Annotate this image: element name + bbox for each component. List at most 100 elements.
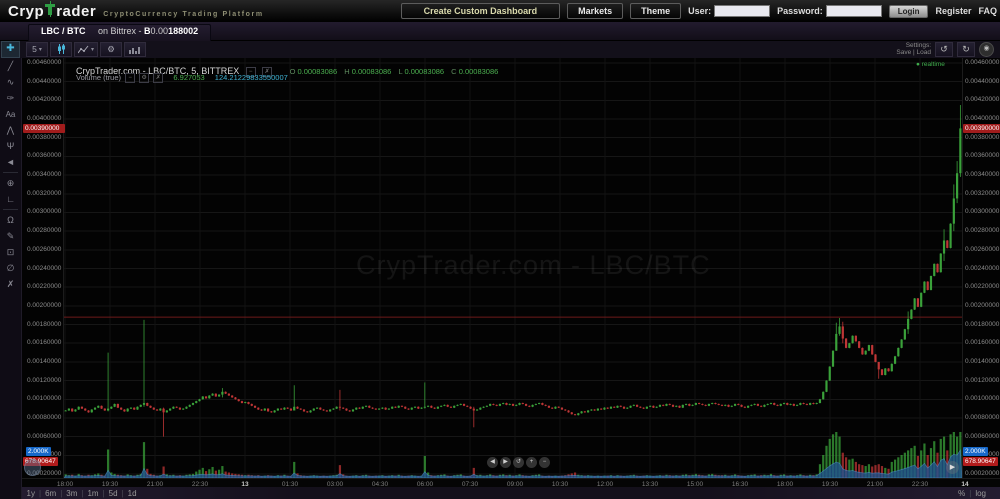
curve-tool[interactable]: ∿ <box>0 74 21 90</box>
chevron-down-icon: ▾ <box>39 46 42 53</box>
price-tick-label: 0.00340000 <box>965 171 999 179</box>
bottom-bar: 3y|1y|6m|3m|1m|5d|1d % | log <box>0 487 1000 499</box>
price-tick-label: 0.00260000 <box>27 246 61 254</box>
price-tick-label: 0.00220000 <box>965 283 999 291</box>
zoom-out-button[interactable]: − <box>539 457 550 468</box>
tools-divider <box>3 172 18 173</box>
interval-dropdown[interactable]: 5 ▾ <box>26 42 48 57</box>
price-tick-label: 0.00340000 <box>27 171 61 179</box>
price-tick-label: 0.00200000 <box>27 302 61 310</box>
user-label: User: <box>688 6 711 16</box>
price-tick-label: 0.00220000 <box>27 283 61 291</box>
magnet-tool[interactable]: Ω <box>0 212 21 228</box>
drawing-tools-sidebar: ╱∿✑Aa⋀Ψ◄ ⊕∟ Ω✎⊡∅✗ <box>0 58 22 499</box>
theme-button[interactable]: Theme <box>630 3 681 19</box>
volume-legend: Volume (true) − ⚙ ✗ 6.927053 124.2122983… <box>76 73 288 83</box>
hide-tool[interactable]: ∅ <box>0 260 21 276</box>
price-tick-label: 0.00140000 <box>965 358 999 366</box>
goto-realtime-button[interactable]: ▶ <box>946 461 959 474</box>
depth-chart-button[interactable] <box>124 42 146 57</box>
pattern-tool[interactable]: ⋀ <box>0 122 21 138</box>
right-axis-divider <box>962 58 963 478</box>
app-header: Cryp rader CryptoCurrency Trading Platfo… <box>0 0 1000 22</box>
price-tick-label: 0.00160000 <box>965 339 999 347</box>
price-tick-label: 0.00140000 <box>27 358 61 366</box>
password-label: Password: <box>777 6 823 16</box>
price-tick-label: 0.00080000 <box>27 414 61 422</box>
candlestick-chart[interactable] <box>64 58 962 478</box>
login-button[interactable]: Login <box>889 5 929 18</box>
market-tab[interactable]: LBC / BTC on Bittrex - B0.00188002 <box>28 24 211 41</box>
create-dashboard-button[interactable]: Create Custom Dashboard <box>401 3 561 19</box>
range-button-1m[interactable]: 1m <box>87 489 98 498</box>
range-separator: | <box>122 489 124 498</box>
chart-type-candles-button[interactable] <box>50 42 72 57</box>
reset-view-button[interactable]: ↺ <box>513 457 524 468</box>
volume-scale-tag-left: 2.000K <box>26 447 51 456</box>
open-label: O <box>290 67 296 76</box>
line-chart-icon <box>78 45 89 54</box>
range-button-1d[interactable]: 1d <box>128 489 137 498</box>
volume-settings-icon[interactable]: ⚙ <box>139 73 149 83</box>
chart-area: CrypTrader.com - LBC/BTC, 5, BITTREX − ✗… <box>0 58 1000 499</box>
price-tick-label: 0.00440000 <box>27 78 61 86</box>
range-button-5d[interactable]: 5d <box>109 489 118 498</box>
trendline-tool[interactable]: ╱ <box>0 58 21 74</box>
ohlc-values: O 0.00083086 H 0.00083086 L 0.00083086 C… <box>285 67 499 76</box>
remove-tool[interactable]: ✗ <box>0 276 21 292</box>
range-button-3m[interactable]: 3m <box>66 489 77 498</box>
zoom-in-button[interactable]: + <box>526 457 537 468</box>
arrow-tool[interactable]: ◄ <box>0 154 21 170</box>
chart-settings-button[interactable]: ⚙ <box>100 42 122 57</box>
range-separator: | <box>60 489 62 498</box>
pan-left-button[interactable]: ◀ <box>487 457 498 468</box>
price-tick-label: 0.00360000 <box>27 152 61 160</box>
draw-tool[interactable]: ✎ <box>0 228 21 244</box>
zoom-tool[interactable]: ⊕ <box>0 175 21 191</box>
range-button-1y[interactable]: 1y <box>27 489 35 498</box>
faq-link[interactable]: FAQ <box>978 6 997 16</box>
low-label: L <box>398 67 402 76</box>
password-input[interactable] <box>826 5 882 17</box>
settings-save-load[interactable]: Settings: Save | Load <box>896 42 931 56</box>
lock-tool[interactable]: ⊡ <box>0 244 21 260</box>
price-tick-label: 0.00060000 <box>27 433 61 441</box>
current-price-tag-right: 0.00390000 <box>963 124 1000 133</box>
volume-collapse-icon[interactable]: − <box>125 73 135 83</box>
log-scale-toggle[interactable]: log <box>975 489 986 498</box>
range-separator: | <box>81 489 83 498</box>
price-tick-label: 0.00240000 <box>965 265 999 273</box>
markets-button[interactable]: Markets <box>567 3 623 19</box>
text-tool[interactable]: Aa <box>0 106 21 122</box>
price-tick-label: 0.00400000 <box>27 115 61 123</box>
close-label: C <box>451 67 456 76</box>
register-link[interactable]: Register <box>935 6 971 16</box>
price-value: 188002 <box>168 26 198 36</box>
brush-tool[interactable]: ✑ <box>0 90 21 106</box>
undo-button[interactable]: ↺ <box>935 42 953 57</box>
pan-right-button[interactable]: ▶ <box>500 457 511 468</box>
price-tick-label: 0.00440000 <box>965 78 999 86</box>
range-button-6m[interactable]: 6m <box>45 489 56 498</box>
measure-tool[interactable]: ∟ <box>0 191 21 207</box>
price-tick-label: 0.00400000 <box>965 115 999 123</box>
user-input[interactable] <box>714 5 770 17</box>
indicators-dropdown[interactable]: ▾ <box>74 42 98 57</box>
crosshair-tool[interactable]: ✚ <box>1 41 20 58</box>
percent-scale-toggle[interactable]: % <box>958 489 965 498</box>
current-price-tag-left: 0.00390000 <box>23 124 65 133</box>
snapshot-camera-button[interactable]: ◉ <box>979 42 994 57</box>
redo-button[interactable]: ↻ <box>957 42 975 57</box>
pitchfork-tool[interactable]: Ψ <box>0 138 21 154</box>
candlestick-icon <box>57 44 66 54</box>
price-tick-label: 0.00380000 <box>27 134 61 142</box>
low-value: 0.00083086 <box>404 67 444 76</box>
price-tick-label: 0.00300000 <box>965 208 999 216</box>
volume-close-icon[interactable]: ✗ <box>153 73 163 83</box>
price-tick-label: 0.00120000 <box>27 377 61 385</box>
price-prefix: 0.00 <box>151 26 169 36</box>
price-tick-label: 0.00280000 <box>27 227 61 235</box>
realtime-indicator: ● realtime <box>916 61 945 68</box>
left-axis-divider <box>63 58 64 478</box>
save-load-links[interactable]: Save | Load <box>896 49 931 56</box>
